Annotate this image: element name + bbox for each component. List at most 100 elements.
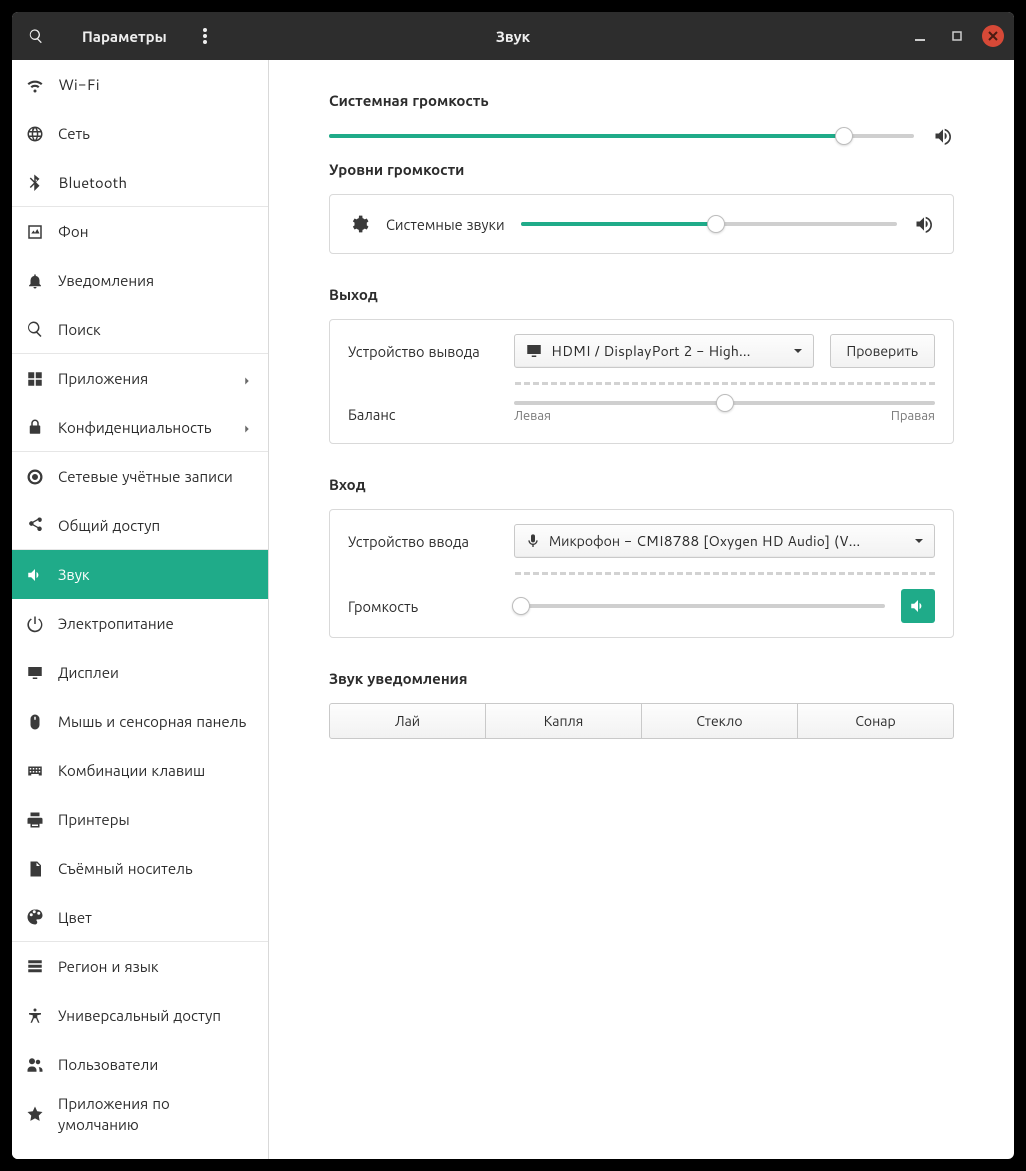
levels-card: Системные звуки [329,194,954,254]
sidebar-item-globe[interactable]: Сеть [12,109,268,158]
window-controls [910,25,1014,47]
maximize-button[interactable] [946,25,968,47]
levels-title: Уровни громкости [329,159,954,180]
sidebar-item-wallpaper[interactable]: Фон [12,207,268,256]
region-icon [26,958,44,976]
sidebar-item-label: Дисплеи [58,662,254,683]
sidebar-item-share[interactable]: Общий доступ [12,501,268,550]
system-sounds-slider[interactable] [521,214,897,234]
balance-label: Баланс [348,404,498,425]
sound-icon [26,566,44,584]
sidebar-item-star[interactable]: Приложения по умолчанию [12,1089,268,1138]
sidebar-item-label: Съёмный носитель [58,858,254,879]
input-volume-row: Громкость [330,575,953,637]
wallpaper-icon [26,223,44,241]
search-icon [28,28,44,44]
window-body: Wi-FiСетьBluetoothФонУведомленияПоискПри… [12,60,1014,1159]
sidebar-item-bluetooth[interactable]: Bluetooth [12,158,268,207]
grid-icon [26,370,44,388]
sidebar-item-users[interactable]: Пользователи [12,1040,268,1089]
bell-icon [26,272,44,290]
sidebar-item-label: Bluetooth [58,172,254,193]
sidebar-item-keyboard[interactable]: Комбинации клавиш [12,746,268,795]
globe-icon [26,125,44,143]
sidebar-item-target[interactable]: Сетевые учётные записи [12,452,268,501]
keyboard-icon [26,762,44,780]
access-icon [26,1007,44,1025]
wifi-icon [26,76,44,94]
sidebar-item-label: Общий доступ [58,515,254,536]
section-alert-sound: Звук уведомления ЛайКапляСтеклоСонар [329,668,954,739]
sidebar-item-label: Уведомления [58,270,254,291]
sidebar-item-label: Универсальный доступ [58,1005,254,1026]
sidebar-item-label: Звук [58,564,254,585]
sidebar-item-access[interactable]: Универсальный доступ [12,991,268,1040]
sidebar-item-privacy[interactable]: Конфиденциальность [12,403,268,452]
sidebar-item-sound[interactable]: Звук [12,550,268,599]
section-output: Выход Устройство вывода HDMI / DisplayPo… [329,284,954,444]
speaker-icon [909,597,927,615]
speaker-icon [913,213,935,235]
chevron-down-icon [914,531,924,551]
sidebar-item-wifi[interactable]: Wi-Fi [12,60,268,109]
minimize-button[interactable] [910,25,932,47]
alert-sound-option[interactable]: Сонар [797,704,953,738]
chevron-right-icon [240,420,254,434]
minimize-icon [915,30,927,42]
system-volume-slider[interactable] [329,126,914,146]
hamburger-menu-button[interactable] [189,12,221,60]
close-icon [988,31,998,41]
sidebar-item-label: Мышь и сенсорная панель [58,711,254,732]
alert-sound-option[interactable]: Стекло [641,704,797,738]
search-icon [26,320,44,338]
balance-left-label: Левая [514,407,551,425]
sidebar-item-search[interactable]: Поиск [12,305,268,354]
input-device-label: Устройство ввода [348,531,498,552]
system-sounds-row: Системные звуки [330,195,953,253]
sidebar-item-label: Принтеры [58,809,254,830]
display-icon [26,664,44,682]
input-mute-button[interactable] [901,589,935,623]
sidebar-item-bell[interactable]: Уведомления [12,256,268,305]
sidebar-item-label: Пользователи [58,1054,254,1075]
alert-sound-option[interactable]: Капля [485,704,641,738]
sidebar-item-label: Конфиденциальность [58,417,226,438]
sidebar-item-region[interactable]: Регион и язык [12,942,268,991]
section-levels: Уровни громкости Системные звуки [329,159,954,254]
balance-control: Левая Правая [514,403,935,425]
mouse-icon [26,713,44,731]
maximize-icon [952,31,962,41]
output-device-row: Устройство вывода HDMI / DisplayPort 2 -… [330,320,953,382]
sidebar-item-label: Сетевые учётные записи [58,466,254,487]
titlebar: Параметры Звук [12,12,1014,60]
close-button[interactable] [982,25,1004,47]
input-device-select[interactable]: Микрофон - CMI8788 [Oxygen HD Audio] (V… [514,524,935,558]
system-volume-row [329,125,954,147]
sidebar-item-printer[interactable]: Принтеры [12,795,268,844]
alert-sound-option[interactable]: Лай [330,704,485,738]
sidebar-item-power[interactable]: Электропитание [12,599,268,648]
sidebar-item-display[interactable]: Дисплеи [12,648,268,697]
power-icon [26,615,44,633]
input-volume-slider[interactable] [514,596,885,616]
alert-sound-group: ЛайКапляСтеклоСонар [329,703,954,739]
test-output-button[interactable]: Проверить [830,334,935,368]
input-card: Устройство ввода Микрофон - CMI8788 [Oxy… [329,509,954,638]
sidebar-item-label: Электропитание [58,613,254,634]
sidebar-item-grid[interactable]: Приложения [12,354,268,403]
sidebar-item-label: Комбинации клавиш [58,760,254,781]
gear-icon [348,213,370,235]
output-card: Устройство вывода HDMI / DisplayPort 2 -… [329,319,954,444]
sidebar-item-label: Приложения по умолчанию [58,1093,254,1135]
printer-icon [26,811,44,829]
output-device-select[interactable]: HDMI / DisplayPort 2 - High… [514,334,814,368]
bluetooth-icon [26,173,44,191]
sidebar-item-media[interactable]: Съёмный носитель [12,844,268,893]
search-button[interactable] [12,12,60,60]
color-icon [26,908,44,926]
balance-right-label: Правая [891,407,935,425]
output-device-label: Устройство вывода [348,341,498,362]
page-title: Звук [496,26,530,47]
sidebar-item-color[interactable]: Цвет [12,893,268,942]
sidebar-item-mouse[interactable]: Мышь и сенсорная панель [12,697,268,746]
